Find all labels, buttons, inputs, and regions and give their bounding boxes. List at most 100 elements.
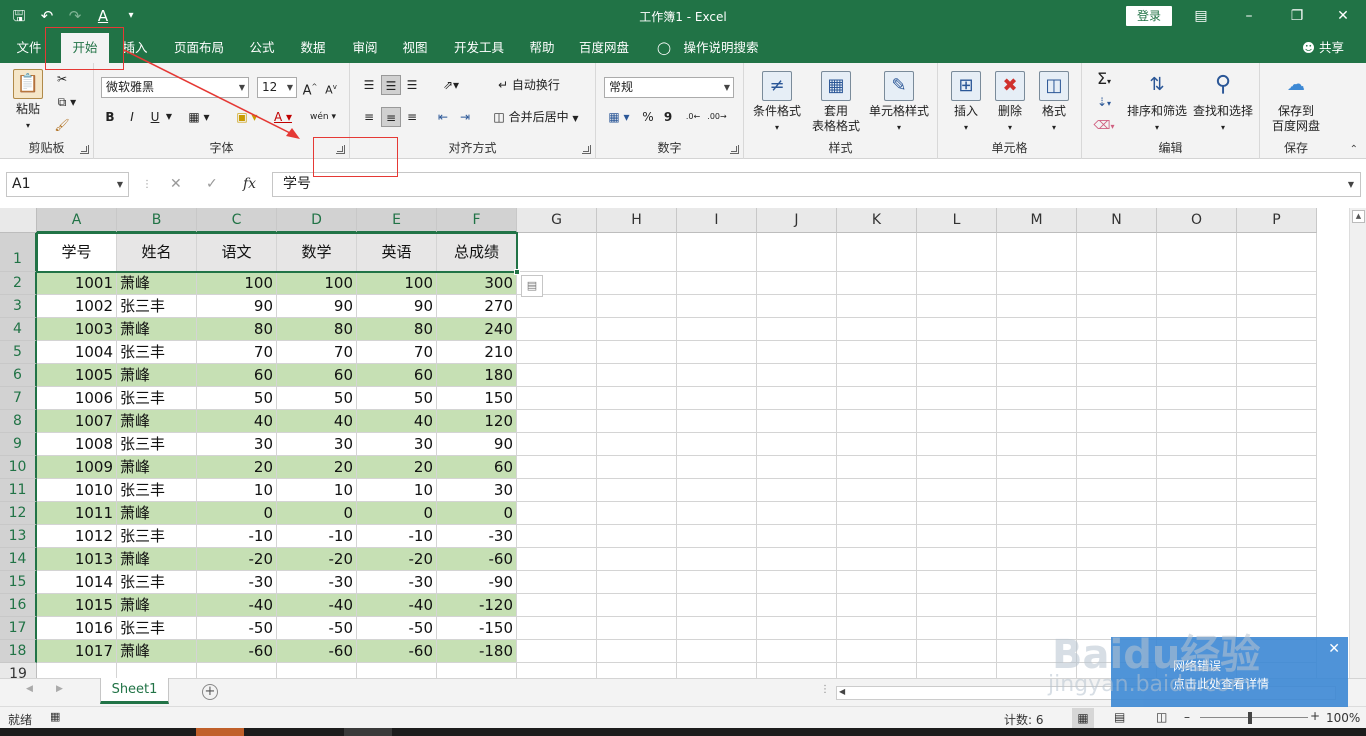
grid-cell[interactable] (277, 663, 357, 678)
grid-cell[interactable] (997, 318, 1077, 341)
grid-cell[interactable] (1077, 433, 1157, 456)
grid-cell[interactable] (1157, 233, 1237, 272)
grid-cell[interactable] (1077, 456, 1157, 479)
table-cell[interactable]: 90 (197, 295, 277, 318)
grid-cell[interactable] (997, 456, 1077, 479)
table-cell[interactable]: -10 (357, 525, 437, 548)
spreadsheet-grid[interactable]: ▲ A B C D E F G H I J K L M N O P 1 2 3 4 5 6 7 8 9 10 11 12 13 14 15 1… (0, 208, 1366, 678)
grid-cell[interactable] (517, 525, 597, 548)
table-cell[interactable]: 150 (437, 387, 517, 410)
tab-view[interactable]: 视图 (395, 33, 435, 63)
alignment-launcher-icon[interactable] (582, 145, 591, 154)
grid-cell[interactable] (677, 433, 757, 456)
grid-cell[interactable] (917, 410, 997, 433)
table-cell[interactable]: 1004 (37, 341, 117, 364)
grid-cell[interactable] (677, 341, 757, 364)
zoom-level[interactable]: 100% (1326, 711, 1360, 725)
table-cell[interactable]: 萧峰 (117, 502, 197, 525)
grid-cell[interactable] (1237, 456, 1317, 479)
borders-icon[interactable]: ▦ ▾ (186, 107, 212, 127)
grid-cell[interactable] (1077, 272, 1157, 295)
grid-cell[interactable] (597, 318, 677, 341)
grid-cell[interactable] (837, 663, 917, 678)
grid-cell[interactable] (837, 433, 917, 456)
grid-cell[interactable] (917, 364, 997, 387)
share-button[interactable]: ☻ 共享 (1302, 33, 1344, 63)
grid-cell[interactable] (677, 364, 757, 387)
grid-cell[interactable] (1157, 318, 1237, 341)
zoom-out-icon[interactable]: – (1184, 710, 1190, 724)
column-header[interactable]: J (757, 208, 837, 233)
grid-cell[interactable] (1237, 318, 1317, 341)
grid-cell[interactable] (917, 272, 997, 295)
grid-cell[interactable] (757, 594, 837, 617)
column-header[interactable]: M (997, 208, 1077, 233)
grid-cell[interactable] (517, 295, 597, 318)
table-cell[interactable]: -40 (197, 594, 277, 617)
grid-cell[interactable] (917, 341, 997, 364)
row-header[interactable]: 6 (0, 364, 37, 387)
row-header[interactable]: 8 (0, 410, 37, 433)
grid-cell[interactable] (677, 233, 757, 272)
paste-button[interactable]: 📋 粘贴 ▾ (10, 69, 46, 133)
grid-cell[interactable] (757, 272, 837, 295)
grid-cell[interactable] (597, 341, 677, 364)
grid-cell[interactable] (677, 410, 757, 433)
grid-cell[interactable] (1157, 548, 1237, 571)
grid-cell[interactable] (757, 295, 837, 318)
grid-cell[interactable] (837, 410, 917, 433)
grid-cell[interactable] (597, 617, 677, 640)
row-header[interactable]: 7 (0, 387, 37, 410)
table-cell[interactable]: 1009 (37, 456, 117, 479)
grid-cell[interactable] (837, 571, 917, 594)
underline-dropdown-icon[interactable]: ▼ (163, 107, 175, 127)
column-header[interactable]: B (117, 208, 197, 233)
grid-cell[interactable] (997, 548, 1077, 571)
table-cell[interactable]: -30 (277, 571, 357, 594)
format-cells-button[interactable]: ◫ 格式 ▾ (1034, 71, 1074, 135)
table-cell[interactable]: -30 (357, 571, 437, 594)
grid-cell[interactable] (1237, 295, 1317, 318)
table-cell[interactable]: 210 (437, 341, 517, 364)
column-header[interactable]: C (197, 208, 277, 233)
grid-cell[interactable] (677, 663, 757, 678)
grid-cell[interactable] (1077, 387, 1157, 410)
row-header[interactable]: 12 (0, 502, 37, 525)
table-cell[interactable]: 100 (197, 272, 277, 295)
grid-cell[interactable] (1237, 571, 1317, 594)
table-cell[interactable]: 萧峰 (117, 548, 197, 571)
grid-cell[interactable] (917, 387, 997, 410)
table-cell[interactable]: 10 (197, 479, 277, 502)
grid-cell[interactable] (997, 594, 1077, 617)
fill-icon[interactable]: ⇣▾ (1090, 92, 1118, 112)
tab-help[interactable]: 帮助 (522, 33, 562, 63)
grid-cell[interactable] (1077, 318, 1157, 341)
grid-cell[interactable] (1157, 272, 1237, 295)
grid-cell[interactable] (1157, 364, 1237, 387)
grid-cell[interactable] (837, 364, 917, 387)
copy-icon[interactable]: ⧉ ▾ (52, 92, 82, 112)
grid-cell[interactable] (597, 525, 677, 548)
table-cell[interactable]: 50 (277, 387, 357, 410)
table-cell[interactable]: 90 (437, 433, 517, 456)
table-cell[interactable]: 90 (277, 295, 357, 318)
find-select-button[interactable]: ⚲ 查找和选择 ▾ (1190, 71, 1256, 135)
grid-cell[interactable] (837, 272, 917, 295)
table-cell[interactable]: -20 (357, 548, 437, 571)
grid-cell[interactable] (997, 433, 1077, 456)
login-button[interactable]: 登录 (1126, 6, 1172, 26)
scroll-up-icon[interactable]: ▲ (1352, 210, 1365, 223)
table-cell[interactable]: 90 (357, 295, 437, 318)
tab-data[interactable]: 数据 (292, 33, 334, 63)
row-header[interactable]: 5 (0, 341, 37, 364)
row-header[interactable]: 11 (0, 479, 37, 502)
wrap-text-button[interactable]: ↵ 自动换行 (486, 75, 572, 95)
close-icon[interactable]: ✕ (1330, 4, 1356, 28)
align-top-icon[interactable]: ☰ (360, 75, 378, 95)
table-header-cell[interactable]: 英语 (357, 233, 437, 272)
row-header[interactable]: 17 (0, 617, 37, 640)
table-cell[interactable]: 张三丰 (117, 387, 197, 410)
table-cell[interactable]: -10 (277, 525, 357, 548)
column-header[interactable]: P (1237, 208, 1317, 233)
column-header[interactable]: I (677, 208, 757, 233)
